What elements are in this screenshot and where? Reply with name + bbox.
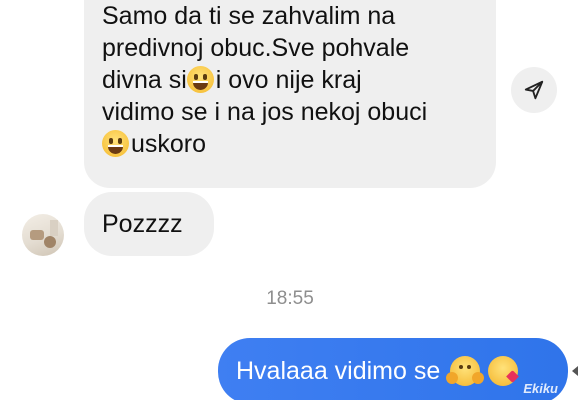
scroll-marker-icon	[572, 366, 578, 376]
outgoing-message-bubble[interactable]: Hvalaaa vidimo se Ekiku	[218, 338, 568, 400]
chat-thread: Samo da ti se zahvalim na predivnoj obuc…	[0, 0, 580, 400]
message-text: divna si	[102, 66, 187, 94]
sender-avatar[interactable]	[22, 214, 64, 256]
share-message-button[interactable]	[511, 67, 557, 113]
message-text: i ovo nije kraj	[215, 66, 362, 94]
watermark-logo: Ekiku	[523, 381, 558, 396]
message-text: Pozzzz	[102, 210, 183, 238]
grinning-face-emoji-icon	[186, 66, 214, 93]
send-icon	[524, 80, 544, 100]
grinning-face-emoji-icon	[102, 130, 129, 157]
message-timestamp: 18:55	[266, 288, 314, 309]
message-text: Hvalaaa vidimo se	[236, 356, 441, 385]
message-line: Samo da ti se zahvalim na	[102, 2, 396, 30]
message-line: uskoro	[102, 128, 496, 160]
message-line: vidimo se i na jos nekoj obuci	[102, 98, 428, 126]
message-text: uskoro	[131, 130, 207, 158]
incoming-message-bubble[interactable]: Samo da ti se zahvalim na predivnoj obuc…	[84, 0, 496, 188]
face-blowing-kiss-emoji-icon	[488, 356, 519, 386]
incoming-message-bubble[interactable]: Pozzzz	[84, 192, 214, 256]
message-line: divna si i ovo nije kraj	[102, 64, 496, 96]
hugging-face-emoji-icon	[446, 356, 481, 386]
message-line: predivnoj obuc.Sve pohvale	[102, 34, 410, 62]
